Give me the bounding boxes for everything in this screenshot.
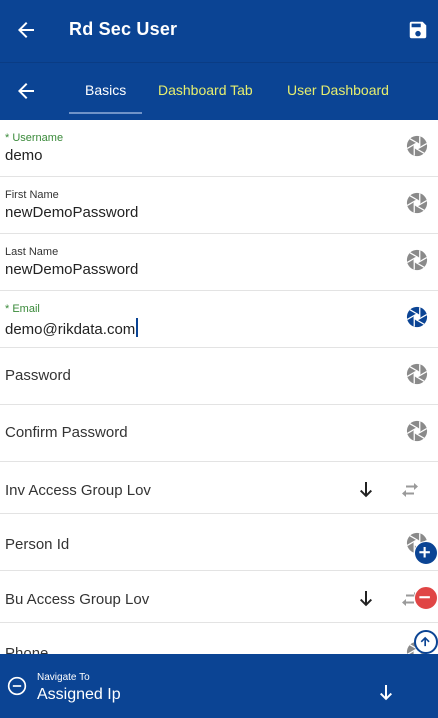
inv-access-group-field[interactable]: Inv Access Group Lov xyxy=(0,462,438,514)
active-tab-indicator xyxy=(69,112,142,114)
username-field[interactable]: * Username demo xyxy=(0,120,438,177)
page-title: Rd Sec User xyxy=(69,19,178,39)
app-header: Rd Sec User xyxy=(0,0,438,62)
save-icon[interactable] xyxy=(407,19,429,41)
bu-access-group-label: Bu Access Group Lov xyxy=(5,591,150,608)
arrow-down-icon[interactable] xyxy=(359,482,373,498)
last-name-label: Last Name xyxy=(5,246,59,258)
arrow-up-icon xyxy=(420,636,430,647)
user-form: * Username demo First Name newDemoPasswo… xyxy=(0,120,438,680)
aperture-icon[interactable] xyxy=(406,135,428,157)
first-name-label: First Name xyxy=(5,189,59,201)
aperture-icon[interactable] xyxy=(406,363,428,385)
back-arrow-icon[interactable] xyxy=(14,18,38,42)
navigate-to-caption: Navigate To xyxy=(37,672,90,683)
username-label: * Username xyxy=(5,132,64,144)
arrow-down-icon[interactable] xyxy=(359,591,373,607)
tab-basics[interactable]: Basics xyxy=(85,82,126,98)
chevron-down-icon[interactable] xyxy=(379,685,393,701)
plus-icon xyxy=(419,546,430,558)
confirm-password-field[interactable]: Confirm Password xyxy=(0,405,438,462)
tab-back-arrow-icon[interactable] xyxy=(14,79,38,103)
confirm-password-label: Confirm Password xyxy=(5,424,128,441)
swap-icon[interactable] xyxy=(400,482,420,498)
add-record-button[interactable] xyxy=(414,541,438,565)
email-label: * Email xyxy=(5,303,40,315)
password-field[interactable]: Password xyxy=(0,348,438,405)
tab-user-dashboard[interactable]: User Dashboard xyxy=(287,82,389,98)
aperture-icon[interactable] xyxy=(406,306,428,328)
minus-circle-icon[interactable] xyxy=(7,676,27,696)
aperture-icon[interactable] xyxy=(406,249,428,271)
person-id-label: Person Id xyxy=(5,536,70,553)
username-input[interactable]: demo xyxy=(5,147,43,164)
aperture-icon[interactable] xyxy=(406,192,428,214)
tab-dashboard-tab[interactable]: Dashboard Tab xyxy=(158,82,253,98)
aperture-icon[interactable] xyxy=(406,420,428,442)
email-field[interactable]: * Email demo@rikdata.com xyxy=(0,291,438,348)
text-cursor xyxy=(136,318,139,337)
tab-bar: Basics Dashboard Tab User Dashboard xyxy=(0,62,438,120)
last-name-field[interactable]: Last Name newDemoPassword xyxy=(0,234,438,291)
navigate-to-bar[interactable]: Navigate To Assigned Ip xyxy=(0,654,438,718)
navigate-to-select[interactable]: Assigned Ip xyxy=(37,686,121,704)
minus-icon xyxy=(419,596,430,599)
first-name-input[interactable]: newDemoPassword xyxy=(5,204,138,221)
first-name-field[interactable]: First Name newDemoPassword xyxy=(0,177,438,234)
password-label: Password xyxy=(5,367,71,384)
person-id-field[interactable]: Person Id xyxy=(0,514,438,571)
bu-access-group-field[interactable]: Bu Access Group Lov xyxy=(0,571,438,623)
email-input[interactable]: demo@rikdata.com xyxy=(5,318,139,338)
scroll-up-button[interactable] xyxy=(414,630,438,654)
inv-access-group-label: Inv Access Group Lov xyxy=(5,482,151,499)
remove-record-button[interactable] xyxy=(414,586,438,610)
email-value: demo@rikdata.com xyxy=(5,321,136,338)
last-name-input[interactable]: newDemoPassword xyxy=(5,261,138,278)
